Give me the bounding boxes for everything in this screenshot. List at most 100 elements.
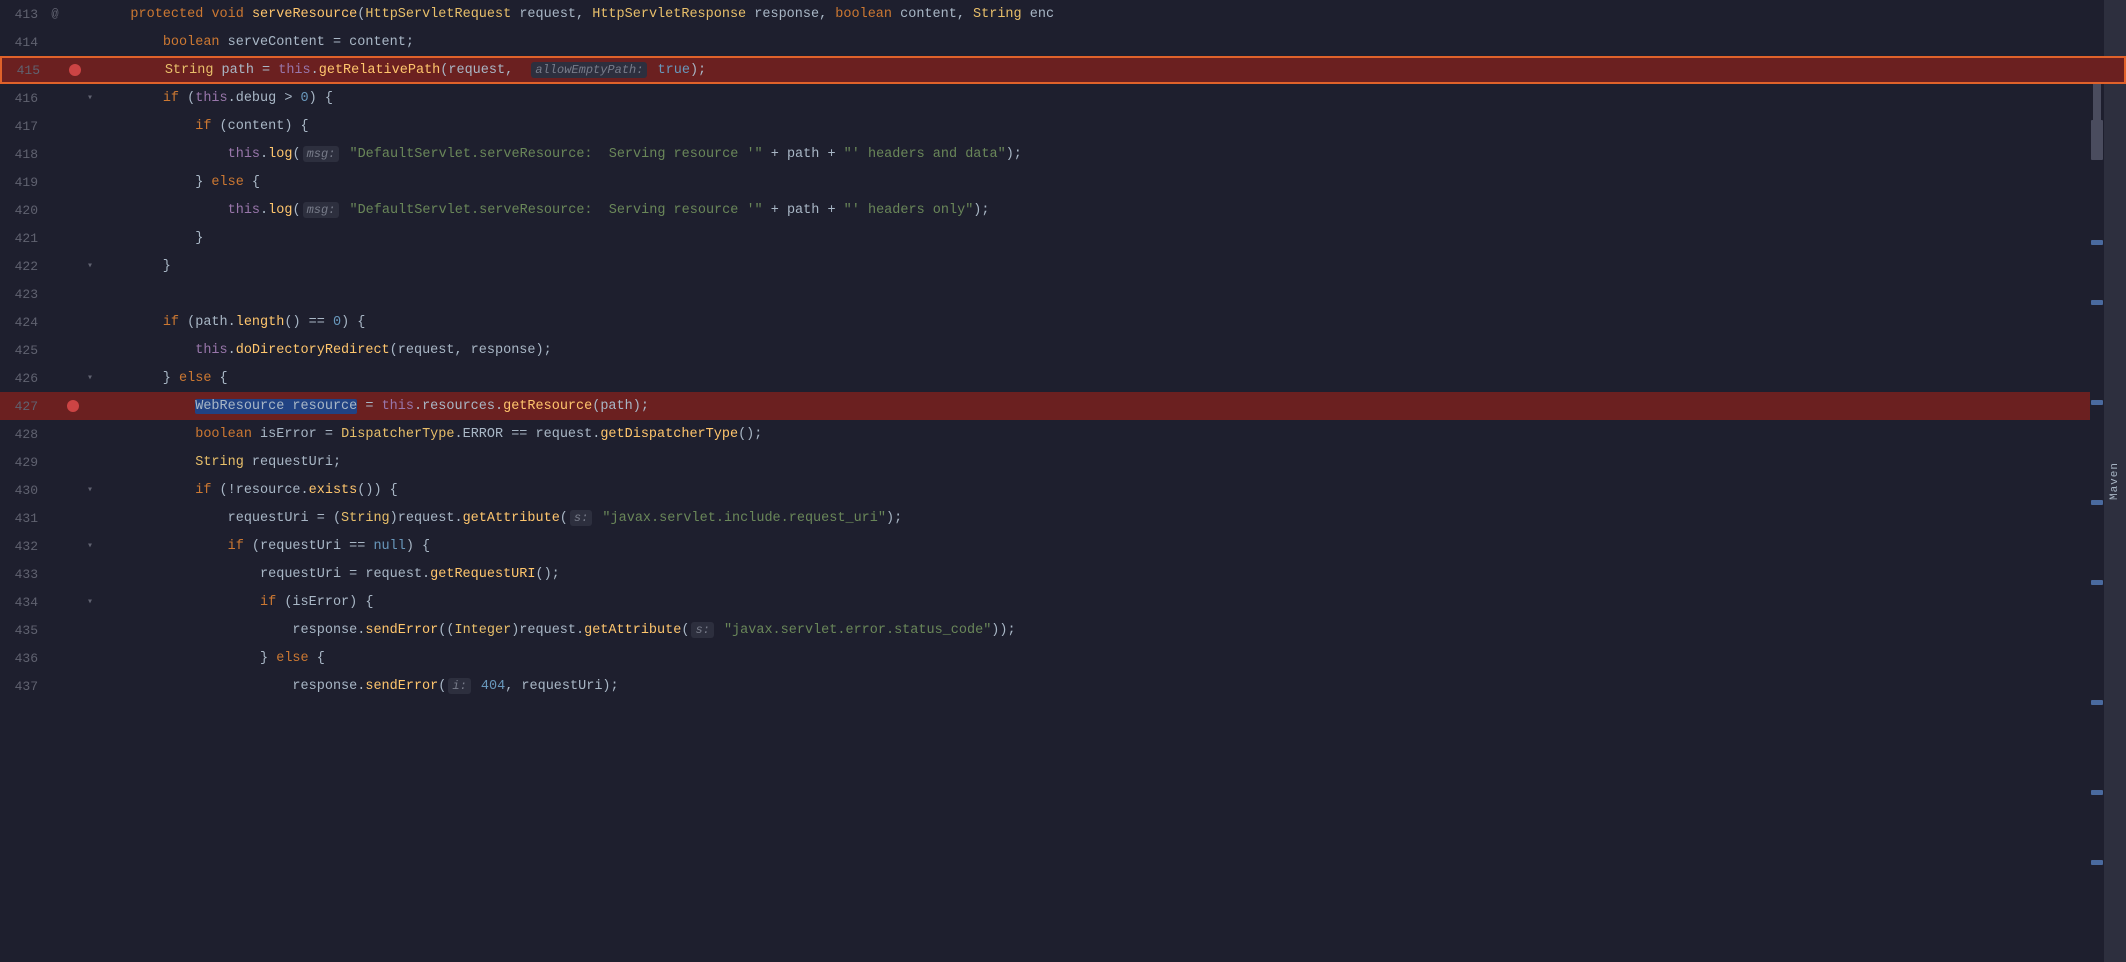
fold-col[interactable]: ▾ [82,260,98,272]
token [98,315,163,330]
breakpoint-dot [69,64,81,76]
token: } [98,651,276,666]
code-line-row: 420 this.log(msg: "DefaultServlet.serveR… [0,196,2126,224]
fold-col[interactable]: ▾ [82,596,98,608]
scroll-marker [2091,400,2103,405]
token: getAttribute [463,511,560,526]
token [98,539,228,554]
code-content: } else { [98,651,325,666]
code-content: this.doDirectoryRedirect(request, respon… [98,343,552,358]
token: (path); [592,399,649,414]
fold-col[interactable]: ▾ [82,372,98,384]
token: if [195,119,211,134]
inline-hint: s: [691,622,713,638]
code-area: 413@ protected void serveResource(HttpSe… [0,0,2126,962]
token: )); [991,623,1015,638]
code-content: requestUri = (String)request.getAttribut… [98,510,902,526]
token: ) { [406,539,430,554]
code-line-row: 429 String requestUri; [0,448,2126,476]
token: exists [309,483,358,498]
code-line-row: 418 this.log(msg: "DefaultServlet.serveR… [0,140,2126,168]
token: void [211,7,243,22]
token: HttpServletResponse [592,7,746,22]
inline-hint: msg: [303,146,340,162]
token: ( [292,203,300,218]
line-number: 426 [0,371,46,386]
token: . [260,147,268,162]
scrollbar[interactable] [2090,0,2104,962]
token: isError = [252,427,341,442]
token: if [163,91,179,106]
token: if [195,483,211,498]
token: ); [973,203,989,218]
token: this [228,147,260,162]
token: requestUri = ( [98,511,341,526]
line-number: 432 [0,539,46,554]
code-line-row: 433 requestUri = request.getRequestURI()… [0,560,2126,588]
token: content, [892,7,973,22]
breakpoint-col [66,64,84,76]
token: , requestUri); [505,679,618,694]
scroll-marker [2091,120,2103,160]
token: )request. [511,623,584,638]
token: (!resource. [211,483,308,498]
code-content: String requestUri; [98,455,341,470]
token: log [268,147,292,162]
editor-container: 413@ protected void serveResource(HttpSe… [0,0,2126,962]
code-content: } else { [98,371,228,386]
line-number: 433 [0,567,46,582]
token: ); [886,511,902,526]
line-number: 434 [0,595,46,610]
token: } [98,259,171,274]
maven-tab[interactable]: Maven [2104,0,2126,962]
breakpoint-dot [67,400,79,412]
token [341,203,349,218]
token: (( [438,623,454,638]
code-content: String path = this.getRelativePath(reque… [100,62,706,78]
token: if [260,595,276,610]
line-number: 424 [0,315,46,330]
line-number: 420 [0,203,46,218]
fold-col[interactable]: ▾ [82,484,98,496]
code-line-row: 434▾ if (isError) { [0,588,2126,616]
fold-col[interactable]: ▾ [82,540,98,552]
line-number: 427 [0,399,46,414]
token: String [973,7,1022,22]
token: getRequestURI [430,567,535,582]
code-content: if (path.length() == 0) { [98,315,365,330]
token: . [454,427,462,442]
token: requestUri = request. [98,567,430,582]
fold-col[interactable]: ▾ [82,92,98,104]
token: ( [357,7,365,22]
token [649,63,657,78]
code-content: } else { [98,175,260,190]
token: } [98,231,203,246]
line-number: 417 [0,119,46,134]
code-line-row: 427 WebResource resource = this.resource… [0,392,2126,420]
token: } [98,371,179,386]
token [98,399,195,414]
token: serveContent = content; [220,35,414,50]
token: (); [738,427,762,442]
line-number: 428 [0,427,46,442]
inline-hint: s: [570,510,592,526]
inline-hint: allowEmptyPath: [531,62,647,78]
scroll-marker [2091,790,2103,795]
line-number: 421 [0,231,46,246]
token [98,147,228,162]
line-number: 431 [0,511,46,526]
token: Integer [454,623,511,638]
token: . [228,343,236,358]
token [98,35,163,50]
token: { [211,371,227,386]
maven-label: Maven [2109,462,2121,500]
token: length [236,315,285,330]
token: getDispatcherType [600,427,738,442]
code-line-row: 430▾ if (!resource.exists()) { [0,476,2126,504]
token [98,91,163,106]
token: request, [511,7,592,22]
token: ( [292,147,300,162]
token: DispatcherType [341,427,454,442]
line-number: 423 [0,287,46,302]
token: ) { [341,315,365,330]
